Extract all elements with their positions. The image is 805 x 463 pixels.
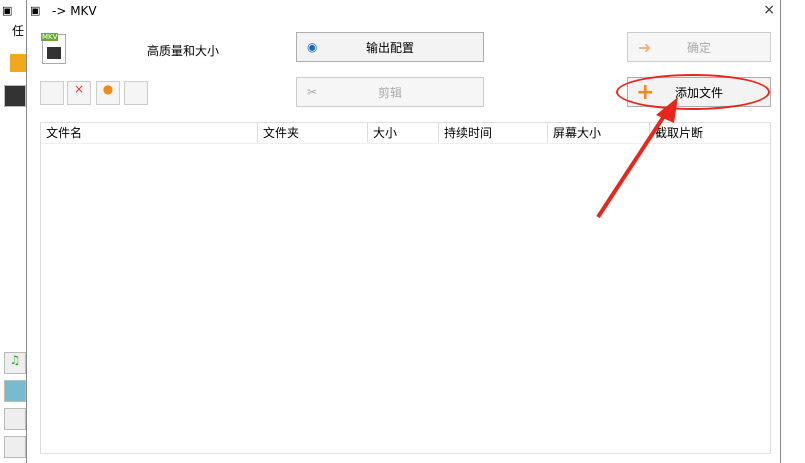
disc-icon[interactable]: [4, 436, 26, 458]
mkv-format-icon: MKV: [41, 33, 66, 64]
background-window: ▣ 任 ♫: [0, 0, 27, 463]
settings-icon: ◉: [307, 40, 318, 54]
column-duration[interactable]: 持续时间: [439, 123, 548, 143]
column-filename[interactable]: 文件名: [41, 123, 258, 143]
output-config-label: 输出配置: [365, 40, 414, 55]
document-icon[interactable]: [4, 408, 26, 430]
clip-icon: ✂: [307, 85, 318, 99]
ok-button[interactable]: ➜ 确定: [627, 32, 771, 62]
annotation-arrow: [596, 97, 678, 219]
window-border: [780, 0, 781, 463]
clip-button[interactable]: ✂ 剪辑: [296, 77, 484, 107]
clip-label: 剪辑: [377, 85, 402, 100]
clear-list-icon[interactable]: ×: [67, 81, 91, 105]
ok-label: 确定: [686, 40, 711, 55]
column-folder[interactable]: 文件夹: [258, 123, 368, 143]
folder-icon: [10, 54, 26, 72]
arrow-right-icon: ➜: [638, 37, 652, 57]
background-label: 任: [12, 24, 25, 38]
column-size[interactable]: 大小: [368, 123, 439, 143]
app-icon: ▣: [2, 4, 13, 17]
play-icon[interactable]: ●: [96, 81, 120, 105]
media-info-icon[interactable]: [124, 81, 148, 105]
video-icon[interactable]: [4, 85, 26, 107]
music-icon[interactable]: ♫: [4, 352, 26, 374]
window-title: -> MKV: [52, 4, 97, 18]
remove-file-icon[interactable]: [40, 81, 64, 105]
close-button[interactable]: ×: [763, 2, 775, 18]
output-config-button[interactable]: ◉ 输出配置: [296, 32, 484, 62]
profile-label: 高质量和大小: [147, 44, 220, 58]
window-icon: ▣: [30, 4, 41, 17]
picture-icon[interactable]: [4, 380, 26, 402]
